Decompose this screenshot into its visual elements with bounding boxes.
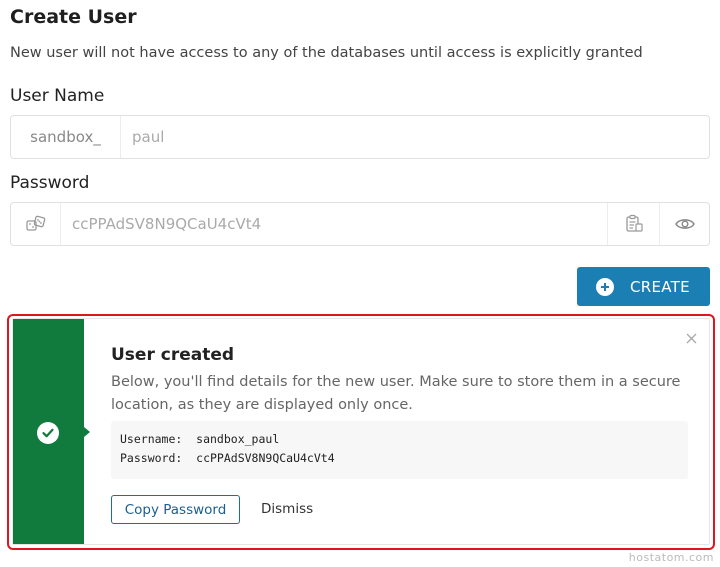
create-button-label: CREATE (630, 277, 690, 296)
credentials-username: Username: sandbox_paul (120, 432, 280, 446)
password-input[interactable]: ccPPAdSV8N9QCaU4cVt4 (72, 203, 261, 245)
watermark: hostatom.com (628, 551, 714, 564)
close-icon[interactable] (684, 331, 698, 345)
alert-status-stripe (13, 319, 90, 544)
plus-circle-icon (596, 277, 614, 296)
credentials-password: Password: ccPPAdSV8N9QCaU4cVt4 (120, 451, 335, 465)
show-password-button[interactable] (659, 203, 709, 245)
success-alert: User created Below, you'll find details … (12, 318, 710, 545)
username-input[interactable]: paul (132, 116, 164, 158)
copy-password-field-button[interactable] (607, 203, 659, 245)
alert-description: Below, you'll find details for the new u… (111, 374, 681, 413)
dismiss-button[interactable]: Dismiss (261, 501, 313, 517)
username-field[interactable]: sandbox_ paul (10, 115, 710, 159)
page-title: Create User (10, 6, 137, 28)
generate-password-button[interactable] (11, 203, 61, 245)
stripe-pointer (84, 427, 90, 437)
eye-icon (674, 219, 695, 229)
copy-password-button[interactable]: Copy Password (111, 495, 240, 524)
check-circle-icon (37, 422, 59, 444)
clipboard-icon (625, 214, 643, 232)
username-label: User Name (10, 86, 105, 106)
create-button[interactable]: CREATE (577, 267, 710, 306)
credentials-box: Username: sandbox_paul Password: ccPPAdS… (111, 421, 688, 479)
password-field[interactable]: ccPPAdSV8N9QCaU4cVt4 (10, 202, 710, 246)
alert-title: User created (111, 345, 235, 365)
password-label: Password (10, 173, 90, 193)
page-subtitle: New user will not have access to any of … (10, 45, 643, 61)
dice-icon (25, 215, 45, 231)
username-prefix: sandbox_ (11, 116, 121, 158)
